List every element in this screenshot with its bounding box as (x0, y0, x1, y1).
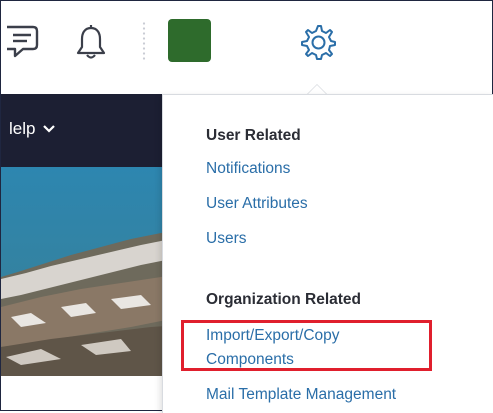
section-heading-user-related: User Related (206, 127, 301, 144)
gear-icon[interactable] (299, 23, 337, 66)
course-banner-image (1, 167, 181, 376)
chevron-down-icon (43, 125, 56, 133)
avatar[interactable] (168, 19, 211, 62)
menu-item-mail-template-management[interactable]: Mail Template Management (206, 383, 396, 407)
menu-item-user-attributes[interactable]: User Attributes (206, 192, 308, 216)
section-heading-organization-related: Organization Related (206, 291, 362, 308)
top-toolbar (1, 1, 492, 95)
menu-item-notifications[interactable]: Notifications (206, 157, 290, 181)
bell-icon[interactable] (75, 23, 107, 66)
menu-item-users[interactable]: Users (206, 227, 246, 251)
red-highlight-box (181, 320, 432, 371)
chat-icon[interactable] (1, 23, 41, 64)
nav-help-label: lelp (9, 119, 36, 138)
screenshot-frame: lelp User Related Notifications User Att… (0, 0, 493, 413)
nav-help-menu[interactable]: lelp (9, 119, 56, 139)
toolbar-divider (142, 21, 146, 61)
admin-tools-dropdown: User Related Notifications User Attribut… (162, 94, 493, 413)
